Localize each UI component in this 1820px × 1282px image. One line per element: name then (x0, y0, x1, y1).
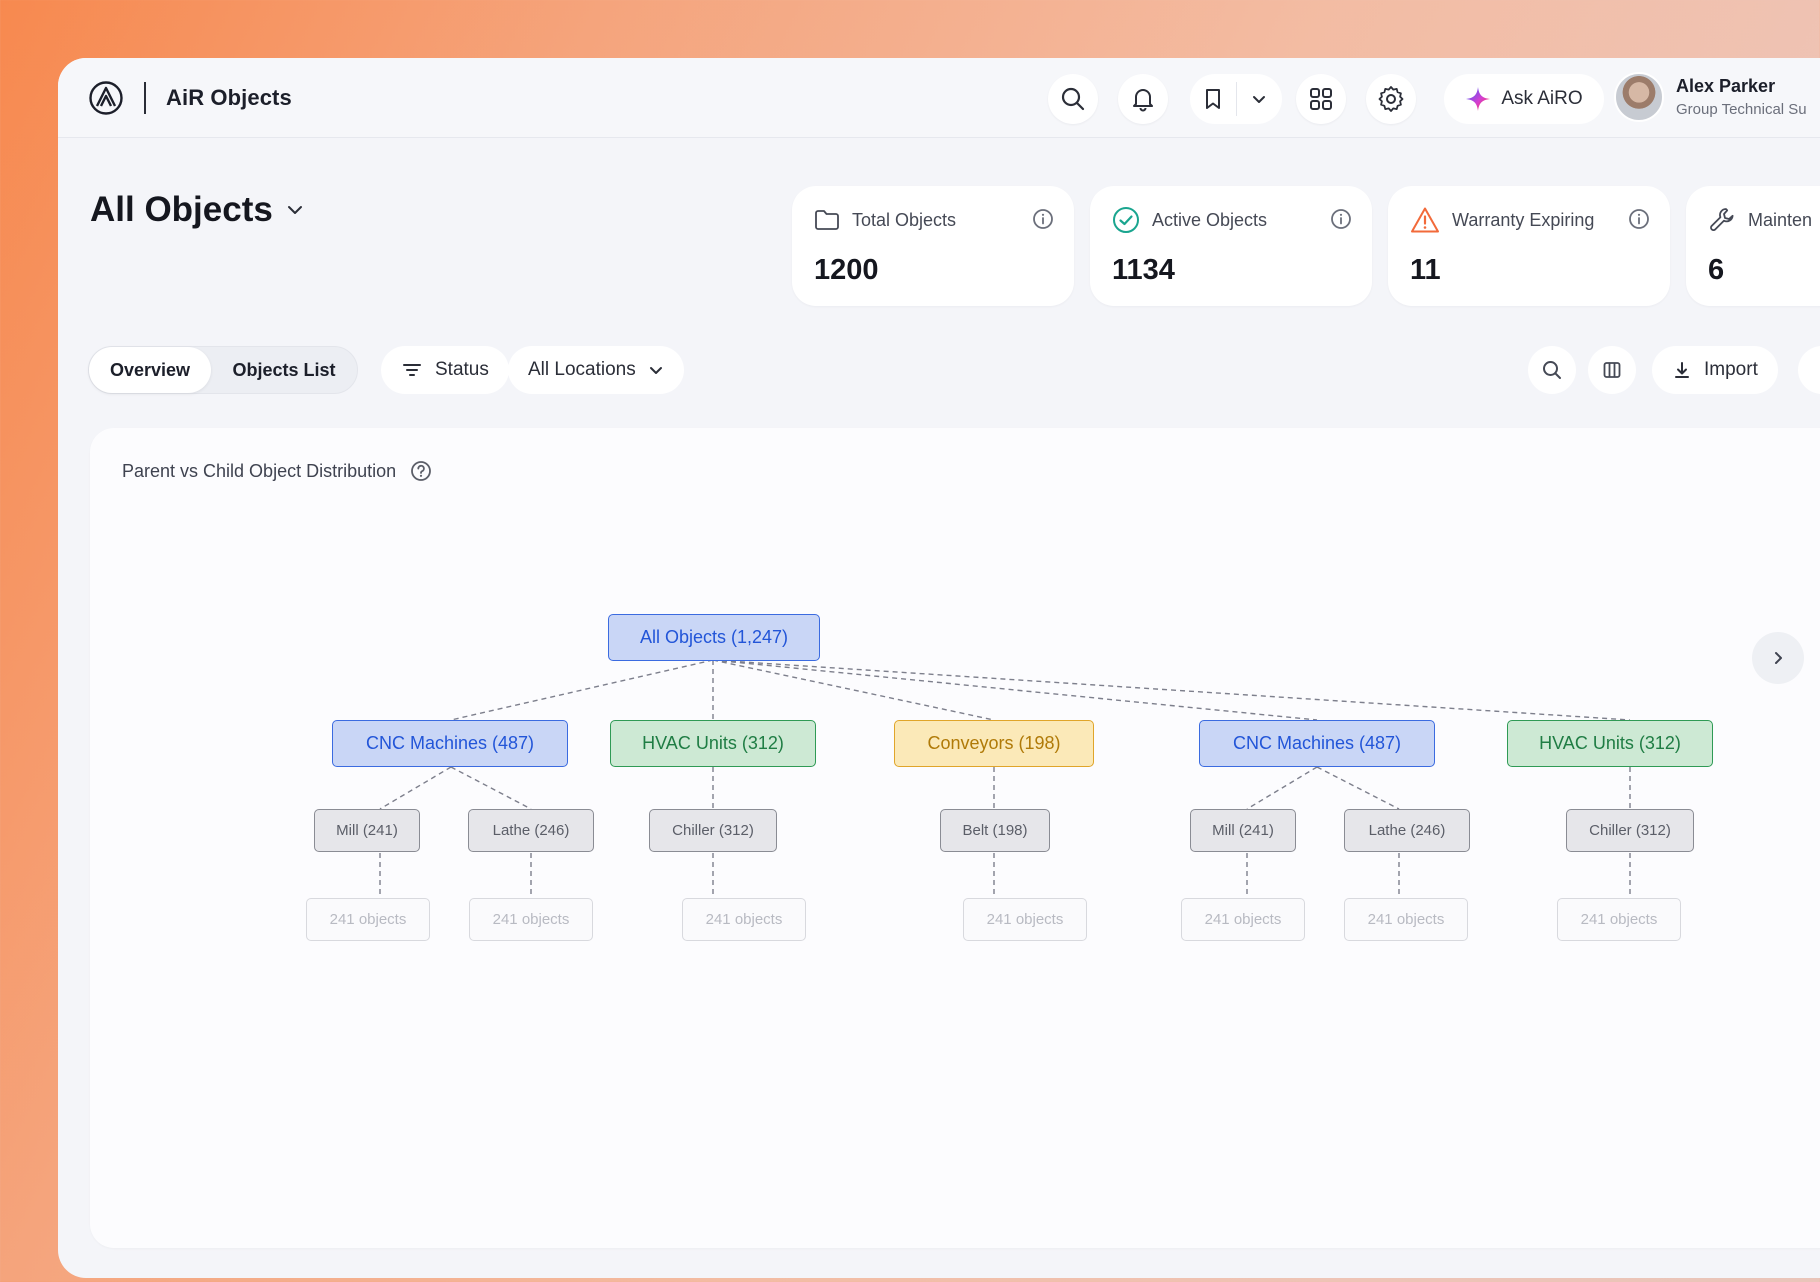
tree-node-leaf[interactable]: 241 objects (1557, 898, 1681, 941)
locations-label: All Locations (528, 359, 636, 380)
search-icon (1061, 87, 1085, 111)
stat-card-total-objects[interactable]: Total Objects 1200 (792, 186, 1074, 306)
info-icon[interactable] (1330, 208, 1352, 230)
panel-title: Parent vs Child Object Distribution (122, 460, 397, 481)
status-filter-button[interactable]: Status (381, 346, 509, 394)
check-circle-icon (1113, 207, 1139, 233)
page-title: All Objects (90, 190, 273, 229)
locations-dropdown[interactable]: All Locations (508, 346, 684, 394)
columns-icon (1603, 362, 1621, 378)
tree-node-leaf[interactable]: 241 objects (1181, 898, 1305, 941)
filter-icon (403, 364, 421, 376)
distribution-panel: Parent vs Child Object Distribution All … (90, 428, 1820, 1248)
tree-node-child[interactable]: Mill (241) (314, 809, 420, 852)
user-info: Alex Parker Group Technical Su (1676, 76, 1807, 118)
panel-header: Parent vs Child Object Distribution (122, 460, 432, 482)
chevron-down-icon (1253, 96, 1266, 103)
stat-label: Warranty Expiring (1452, 209, 1595, 230)
bookmark-icon (1205, 89, 1220, 109)
stat-label: Total Objects (852, 209, 957, 230)
search-icon (1543, 361, 1561, 379)
tree-node-parent[interactable]: CNC Machines (487) (332, 720, 568, 767)
tree-node-child[interactable]: Lathe (246) (468, 809, 594, 852)
tree-node-child[interactable]: Mill (241) (1190, 809, 1296, 852)
tree-node-child[interactable]: Chiller (312) (1566, 809, 1694, 852)
tree-node-parent[interactable]: HVAC Units (312) (1507, 720, 1713, 767)
chevron-down-icon (287, 206, 302, 214)
tree-node-parent[interactable]: HVAC Units (312) (610, 720, 816, 767)
bookmark-dropdown-button[interactable] (1236, 74, 1282, 124)
apps-button[interactable] (1296, 74, 1346, 124)
stat-value: 1200 (814, 254, 879, 286)
tree-node-parent[interactable]: CNC Machines (487) (1199, 720, 1435, 767)
ask-airo-label: Ask AiRO (1501, 88, 1583, 109)
settings-button[interactable] (1366, 74, 1416, 124)
import-button[interactable]: Import (1652, 346, 1778, 394)
download-icon (1675, 362, 1689, 378)
bell-icon (1133, 89, 1153, 112)
user-menu[interactable]: Alex Parker Group Technical Su (1614, 72, 1807, 122)
tree-node-child[interactable]: Chiller (312) (649, 809, 777, 852)
tree-node-leaf[interactable]: 241 objects (469, 898, 593, 941)
next-page-button[interactable] (1752, 632, 1804, 684)
more-actions-button[interactable] (1798, 346, 1820, 394)
stat-header: Active Objects (1112, 204, 1352, 236)
stat-card-warranty-expiring[interactable]: Warranty Expiring 11 (1388, 186, 1670, 306)
table-search-button[interactable] (1528, 346, 1576, 394)
warning-icon (1411, 207, 1439, 233)
stat-card-maintenance[interactable]: Mainten 6 (1686, 186, 1820, 306)
sparkle-icon (1466, 87, 1491, 111)
gear-icon (1378, 86, 1404, 112)
stat-card-active-objects[interactable]: Active Objects 1134 (1090, 186, 1372, 306)
chevron-right-icon (1775, 652, 1782, 664)
stat-value: 1134 (1112, 254, 1175, 286)
logo-icon (89, 81, 123, 115)
tab-objects-list[interactable]: Objects List (211, 347, 357, 393)
tree-node-leaf[interactable]: 241 objects (682, 898, 806, 941)
tree-node-root[interactable]: All Objects (1,247) (608, 614, 820, 661)
wrench-icon (1710, 208, 1734, 231)
tree-node-leaf[interactable]: 241 objects (306, 898, 430, 941)
bookmarks-group (1190, 74, 1282, 124)
grid-icon (1310, 88, 1332, 110)
info-icon[interactable] (1628, 208, 1650, 230)
brand-divider (144, 82, 146, 114)
stat-header: Mainten (1708, 204, 1820, 236)
avatar (1614, 72, 1664, 122)
user-name: Alex Parker (1676, 76, 1776, 96)
stat-label: Mainten (1748, 209, 1813, 230)
stat-label: Active Objects (1152, 209, 1268, 230)
stat-header: Warranty Expiring (1410, 204, 1650, 236)
import-label: Import (1704, 359, 1758, 380)
brand: AiR Objects (88, 78, 292, 118)
search-button[interactable] (1048, 74, 1098, 124)
stat-value: 11 (1410, 254, 1441, 286)
stat-value: 6 (1708, 254, 1725, 286)
info-icon[interactable] (1032, 208, 1054, 230)
app-title: AiR Objects (166, 85, 292, 110)
user-role: Group Technical Su (1676, 101, 1807, 118)
notifications-button[interactable] (1118, 74, 1168, 124)
stat-header: Total Objects (814, 204, 1054, 236)
view-tabs: Overview Objects List (88, 346, 358, 394)
folder-icon (815, 210, 839, 230)
bookmark-button[interactable] (1190, 74, 1236, 124)
page-title-dropdown[interactable]: All Objects (90, 190, 305, 230)
chevron-down-icon (649, 367, 662, 374)
tree-node-parent[interactable]: Conveyors (198) (894, 720, 1094, 767)
columns-button[interactable] (1588, 346, 1636, 394)
tree-node-leaf[interactable]: 241 objects (963, 898, 1087, 941)
tree-node-child[interactable]: Belt (198) (940, 809, 1050, 852)
top-bar: AiR Objects Ask AiRO Alex Parker Group T… (58, 58, 1820, 138)
tab-overview[interactable]: Overview (89, 347, 211, 393)
tree-node-child[interactable]: Lathe (246) (1344, 809, 1470, 852)
tree-node-leaf[interactable]: 241 objects (1344, 898, 1468, 941)
app-window: AiR Objects Ask AiRO Alex Parker Group T… (58, 58, 1820, 1278)
help-icon[interactable] (410, 460, 432, 482)
status-filter-label: Status (435, 359, 489, 380)
ask-airo-button[interactable]: Ask AiRO (1444, 74, 1604, 124)
